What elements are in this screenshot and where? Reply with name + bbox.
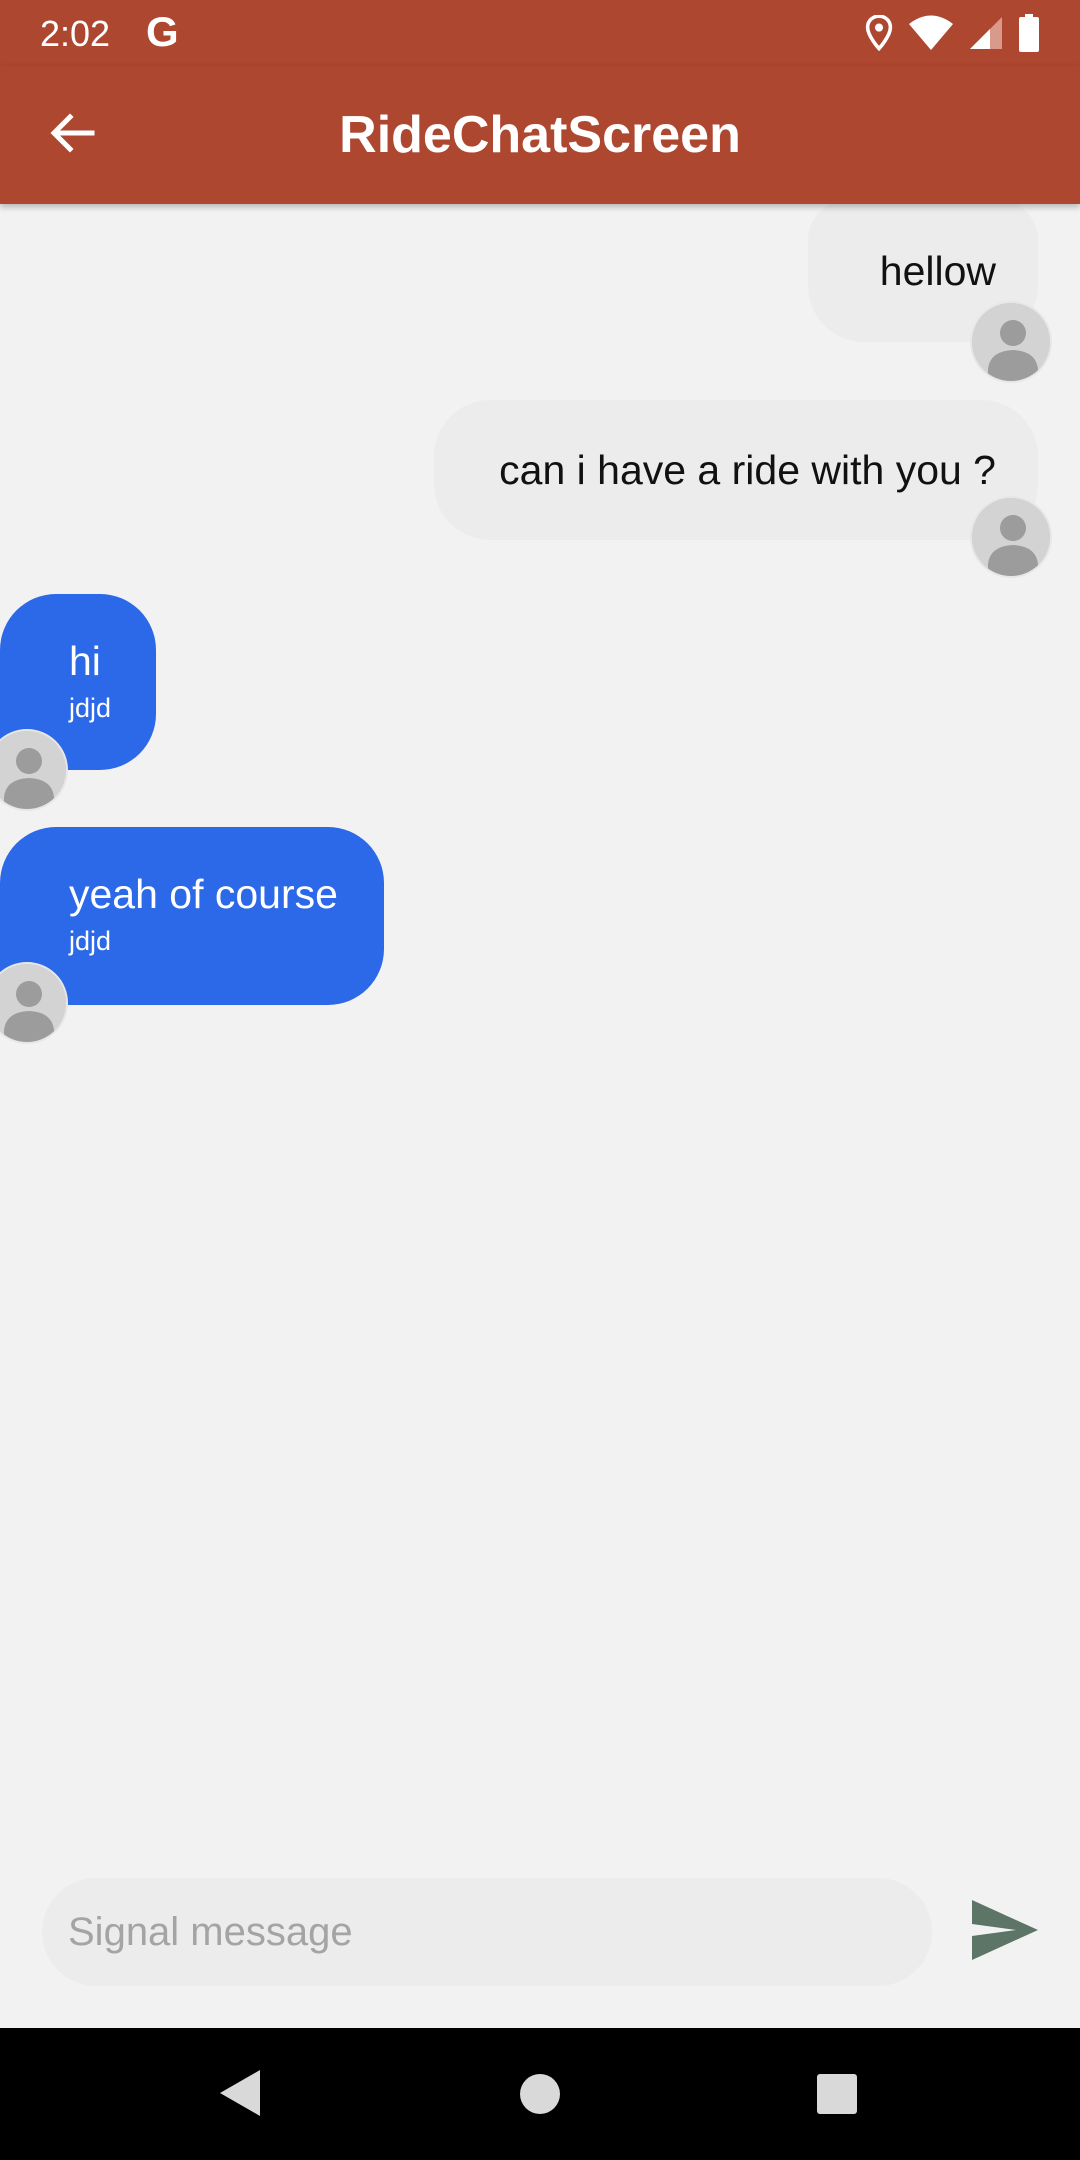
status-time: 2:02 xyxy=(40,13,111,54)
back-triangle-icon xyxy=(218,2070,262,2122)
recents-square-icon xyxy=(816,2074,858,2119)
nav-back-button[interactable] xyxy=(218,2068,262,2123)
send-button[interactable] xyxy=(968,1896,1040,1964)
chat-messages: hellow can i have a ride with you ? hi j… xyxy=(0,200,1080,1878)
avatar xyxy=(970,496,1052,578)
avatar xyxy=(970,301,1052,383)
signal-icon xyxy=(968,15,1004,51)
page-title: RideChatScreen xyxy=(339,106,741,164)
google-icon: G xyxy=(146,8,179,55)
app-bar: RideChatScreen xyxy=(0,66,1080,204)
message-sender: jdjd xyxy=(69,693,112,723)
message-outgoing: can i have a ride with you ? xyxy=(434,400,1038,540)
message-text: hi xyxy=(69,638,101,684)
send-icon xyxy=(968,1900,1040,1968)
status-bar: 2:02 G xyxy=(0,0,1080,66)
battery-icon xyxy=(1018,14,1040,52)
status-icons xyxy=(864,14,1040,52)
message-text: can i have a ride with you ? xyxy=(499,446,996,493)
message-bubble[interactable]: can i have a ride with you ? xyxy=(434,400,1038,540)
message-composer xyxy=(0,1878,1080,2028)
location-icon xyxy=(864,15,894,51)
wifi-icon xyxy=(908,15,954,51)
message-text: hellow xyxy=(879,247,996,294)
message-sender: jdjd xyxy=(69,926,112,956)
message-text: yeah of course xyxy=(69,871,338,917)
nav-home-button[interactable] xyxy=(518,2072,562,2121)
system-nav-bar xyxy=(0,2028,1080,2160)
home-circle-icon xyxy=(518,2074,562,2120)
nav-recents-button[interactable] xyxy=(816,2073,858,2120)
message-input[interactable] xyxy=(42,1878,932,1986)
